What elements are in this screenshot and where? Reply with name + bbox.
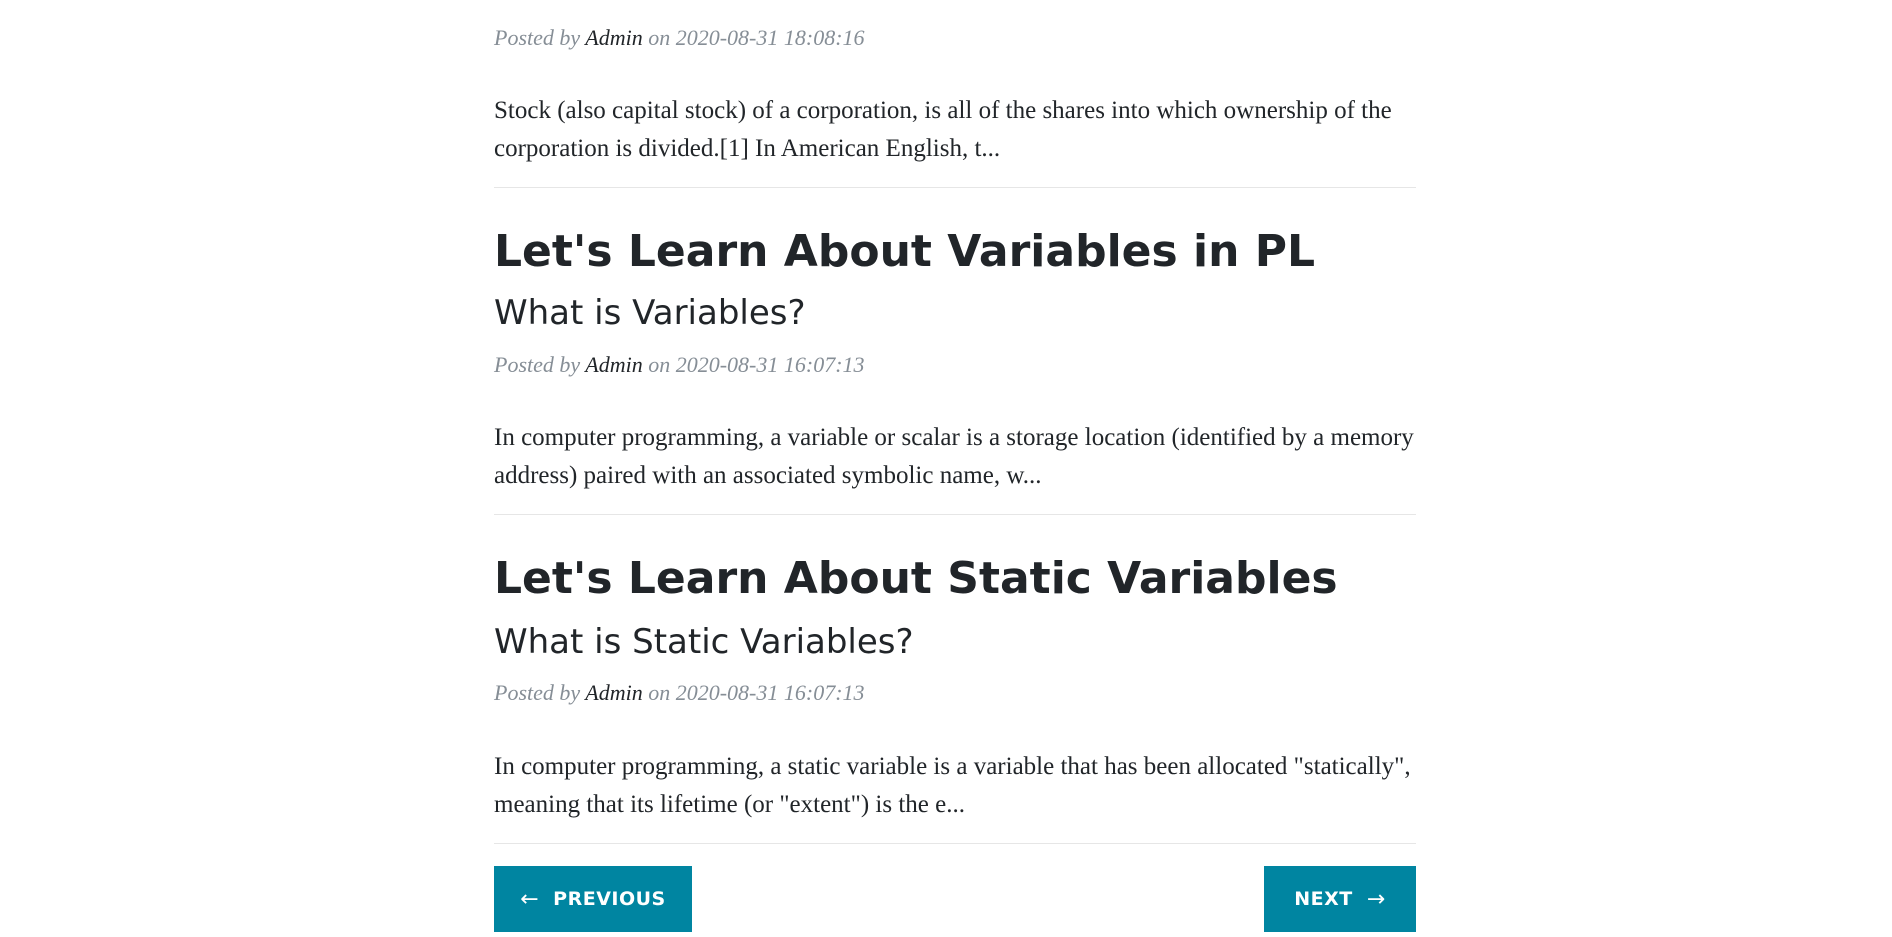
post-subtitle[interactable]: What is Static Variables? <box>494 620 1416 664</box>
post-meta: Posted by Admin on 2020-08-31 18:08:16 <box>494 22 1416 54</box>
previous-button[interactable]: ← PREVIOUS <box>494 866 692 932</box>
arrow-left-icon: ← <box>520 886 540 912</box>
meta-on: on <box>648 25 671 50</box>
previous-label: PREVIOUS <box>553 888 666 910</box>
post-excerpt[interactable]: In computer programming, a static variab… <box>494 748 1416 824</box>
page: Posted by Admin on 2020-08-31 18:08:16 S… <box>0 0 1892 937</box>
author-link[interactable]: Admin <box>585 352 642 377</box>
post-excerpt[interactable]: Stock (also capital stock) of a corporat… <box>494 92 1416 168</box>
post-divider <box>494 843 1416 844</box>
meta-prefix: Posted by <box>494 352 581 377</box>
post-date: 2020-08-31 18:08:16 <box>675 25 865 50</box>
post-divider <box>494 187 1416 188</box>
post-preview: Posted by Admin on 2020-08-31 18:08:16 <box>494 22 1416 54</box>
post-date: 2020-08-31 16:07:13 <box>675 352 865 377</box>
post-preview: Let's Learn About Variables in PL <box>494 225 1416 279</box>
post-preview: Let's Learn About Static Variables <box>494 552 1416 606</box>
post-subtitle[interactable]: What is Variables? <box>494 291 1416 335</box>
next-label: NEXT <box>1294 888 1353 910</box>
post-divider <box>494 514 1416 515</box>
arrow-right-icon: → <box>1366 886 1386 912</box>
post-meta: Posted by Admin on 2020-08-31 16:07:13 <box>494 677 1416 709</box>
post-excerpt-wrap: Stock (also capital stock) of a corporat… <box>494 92 1416 168</box>
post-meta: Posted by Admin on 2020-08-31 16:07:13 <box>494 349 1416 381</box>
author-link[interactable]: Admin <box>585 680 642 705</box>
post-excerpt[interactable]: In computer programming, a variable or s… <box>494 419 1416 495</box>
meta-prefix: Posted by <box>494 680 581 705</box>
meta-on: on <box>648 352 671 377</box>
meta-on: on <box>648 680 671 705</box>
post-title[interactable]: Let's Learn About Variables in PL <box>494 225 1416 279</box>
post-title[interactable]: Let's Learn About Static Variables <box>494 552 1416 606</box>
post-date: 2020-08-31 16:07:13 <box>675 680 865 705</box>
meta-prefix: Posted by <box>494 25 581 50</box>
next-button[interactable]: NEXT → <box>1264 866 1416 932</box>
author-link[interactable]: Admin <box>585 25 642 50</box>
